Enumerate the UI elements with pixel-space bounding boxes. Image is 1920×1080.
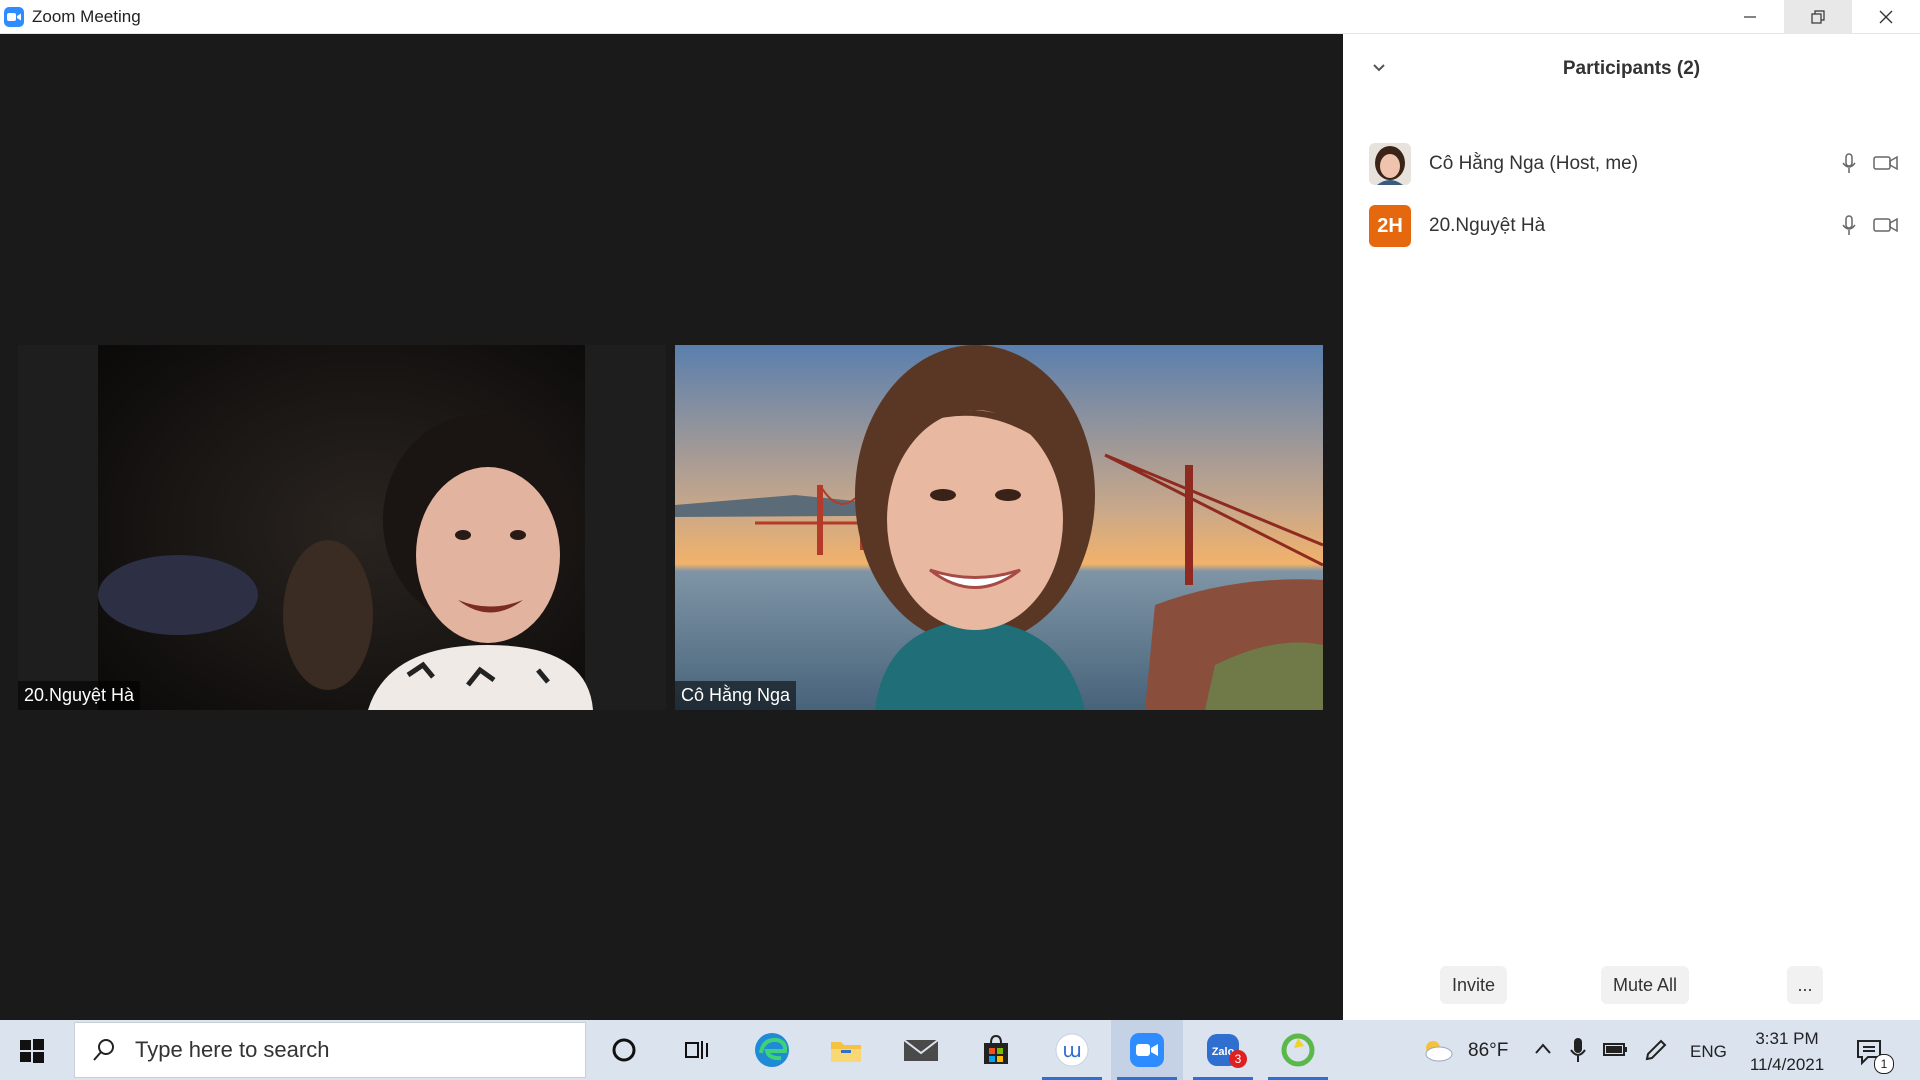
mail-button[interactable] (885, 1020, 957, 1080)
restore-icon (1811, 10, 1825, 24)
participants-title: Participants (2) (1562, 58, 1701, 79)
taskbar-search-box[interactable]: Type here to search (74, 1022, 586, 1078)
notification-count-badge: 3 (1229, 1050, 1247, 1068)
more-options-button[interactable]: ... (1787, 966, 1823, 1004)
microphone-icon[interactable] (1841, 152, 1857, 176)
minimize-button[interactable] (1716, 0, 1784, 34)
w-app-icon: ɯ (1055, 1033, 1089, 1067)
close-icon (1879, 10, 1893, 24)
video-gallery: 20.Nguyệt Hà Cô Hằng Nga (0, 34, 1343, 1020)
cortana-button[interactable] (588, 1020, 660, 1080)
svg-text:ɯ: ɯ (1062, 1038, 1081, 1062)
edge-taskbar-button[interactable] (736, 1020, 808, 1080)
action-center-badge: 1 (1874, 1054, 1894, 1074)
store-icon (984, 1034, 1008, 1064)
store-button[interactable] (960, 1020, 1032, 1080)
edge-icon (755, 1033, 789, 1067)
window-title: Zoom Meeting (32, 6, 141, 26)
file-explorer-button[interactable] (810, 1020, 882, 1080)
participant-row[interactable]: 2H 20.Nguyệt Hà (1343, 196, 1920, 256)
clock-time: 3:31 PM (1755, 1029, 1819, 1048)
participant-name: 20.Nguyệt Hà (1429, 215, 1546, 236)
participant-name: Cô Hằng Nga (Host, me) (1429, 153, 1639, 174)
zoom-app-icon (4, 6, 24, 27)
participant-video-feed (18, 345, 666, 710)
title-bar: Zoom Meeting (0, 0, 1920, 34)
video-camera-icon[interactable] (1873, 216, 1899, 234)
search-placeholder: Type here to search (135, 1037, 330, 1062)
microphone-tray-icon[interactable] (1570, 1036, 1586, 1064)
taskbar: Type here to search ɯ Zalo 3 86°F ENG 3:… (0, 1020, 1920, 1080)
task-view-icon (685, 1041, 708, 1059)
host-video-feed (675, 345, 1323, 710)
host-name-tag: Cô Hằng Nga (675, 681, 797, 710)
minimize-icon (1744, 16, 1756, 18)
green-app-button[interactable] (1262, 1020, 1334, 1080)
avatar (1369, 143, 1411, 185)
clock-date: 11/4/2021 (1749, 1055, 1825, 1074)
input-language[interactable]: ENG (1690, 1042, 1727, 1062)
restore-button[interactable] (1784, 0, 1852, 34)
participant-name-tag: 20.Nguyệt Hà (18, 681, 141, 710)
search-icon (93, 1039, 114, 1061)
participant-row[interactable]: Cô Hằng Nga (Host, me) (1343, 134, 1920, 194)
folder-icon (831, 1042, 861, 1062)
weather-icon[interactable] (1420, 1038, 1454, 1062)
battery-icon[interactable] (1602, 1040, 1628, 1058)
task-view-button[interactable] (660, 1020, 732, 1080)
pen-icon[interactable] (1644, 1038, 1668, 1062)
word-app-button[interactable]: ɯ (1036, 1020, 1108, 1080)
panel-footer: Invite Mute All ... (1343, 966, 1920, 1006)
mail-icon (903, 1039, 939, 1061)
microphone-icon[interactable] (1841, 214, 1857, 238)
video-tile-participant[interactable]: 20.Nguyệt Hà (18, 345, 666, 710)
mute-all-button[interactable]: Mute All (1601, 966, 1690, 1004)
avatar: 2H (1369, 205, 1411, 247)
video-tile-host[interactable]: Cô Hằng Nga (675, 345, 1323, 710)
chevron-down-icon[interactable] (1371, 60, 1387, 76)
cortana-icon (612, 1038, 636, 1062)
zoom-taskbar-button[interactable] (1111, 1020, 1183, 1080)
zalo-taskbar-button[interactable]: Zalo 3 (1187, 1020, 1259, 1080)
zoom-icon (1130, 1033, 1164, 1067)
invite-button[interactable]: Invite (1440, 966, 1508, 1004)
video-camera-icon[interactable] (1873, 154, 1899, 172)
clock[interactable]: 3:31 PM 11/4/2021 (1742, 1026, 1832, 1078)
close-button[interactable] (1852, 0, 1920, 34)
green-swirl-app-icon (1281, 1033, 1315, 1067)
panel-header: Participants (2) (1343, 34, 1920, 104)
windows-start-icon[interactable] (20, 1039, 44, 1063)
weather-temperature[interactable]: 86°F (1468, 1040, 1508, 1062)
chevron-up-icon[interactable] (1534, 1042, 1552, 1056)
participants-panel: Participants (2) Cô Hằng Nga (Host, me) … (1343, 34, 1920, 1020)
